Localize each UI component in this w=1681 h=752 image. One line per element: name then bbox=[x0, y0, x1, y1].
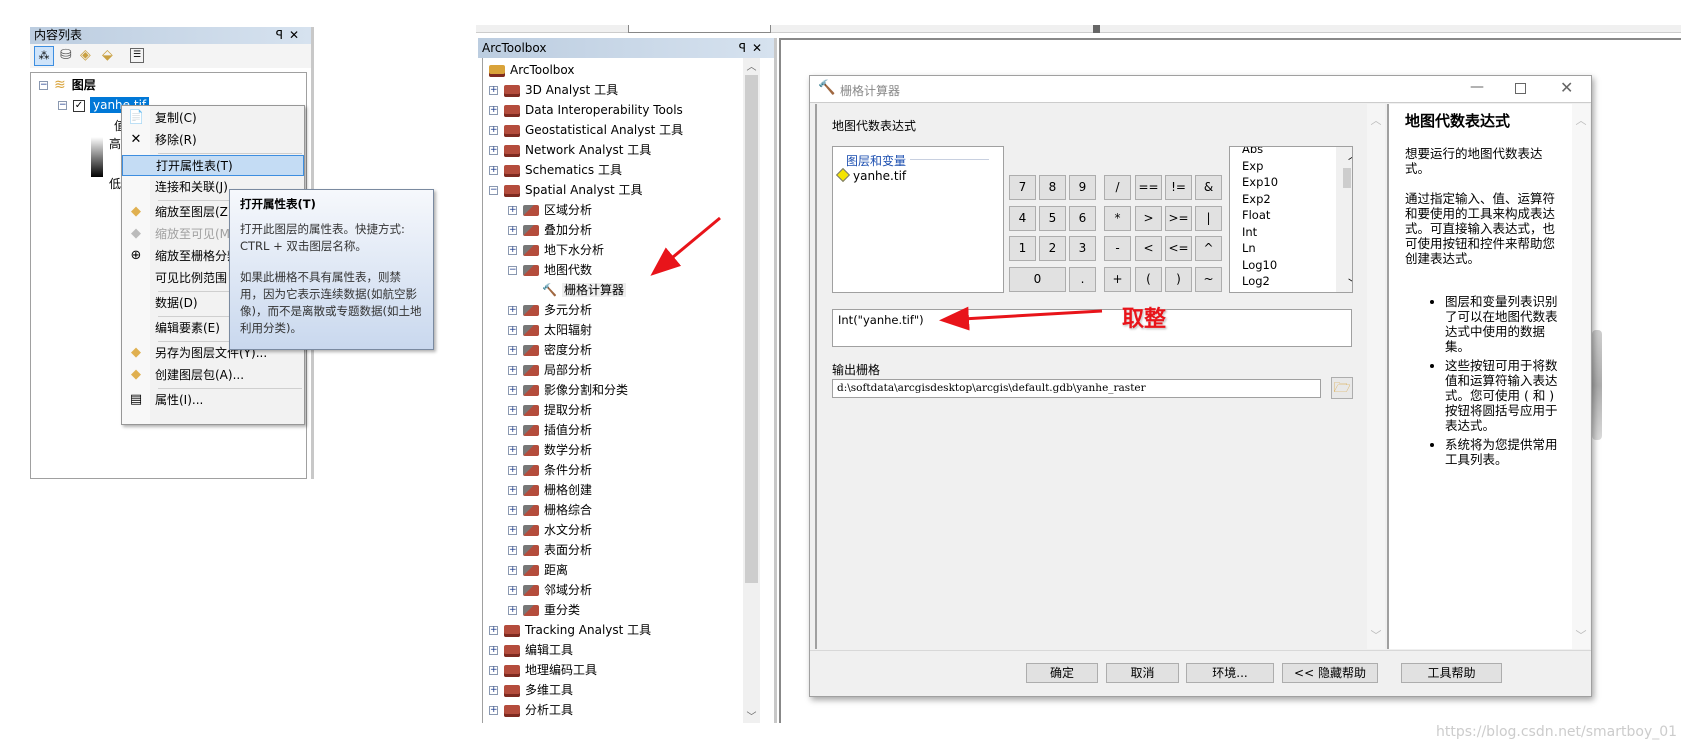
annotation-arrow-expression bbox=[939, 306, 1103, 331]
annotation-label: 取整 bbox=[1122, 307, 1167, 332]
watermark: https://blog.csdn.net/smartboy_01 bbox=[1436, 724, 1678, 740]
